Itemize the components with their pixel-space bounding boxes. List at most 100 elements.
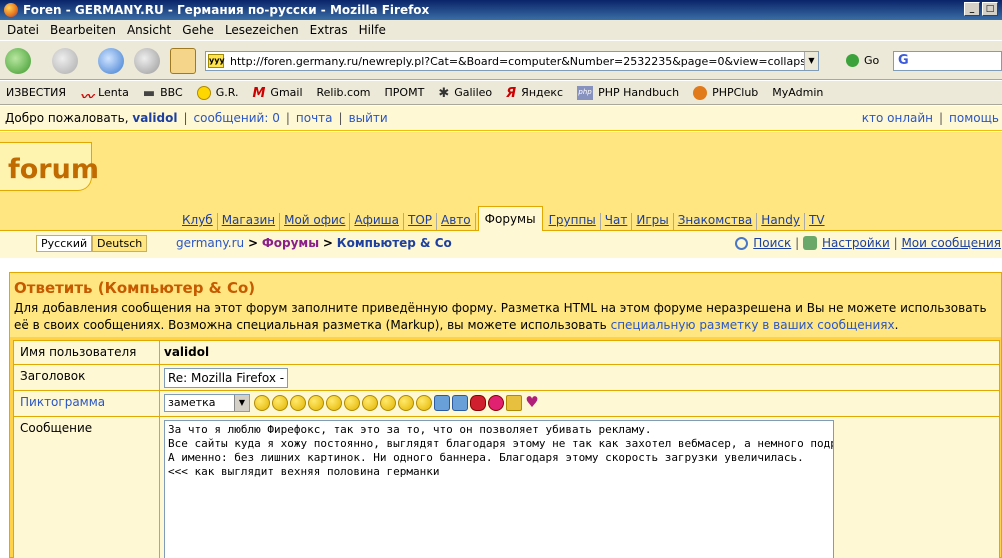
tab-groups[interactable]: Группы — [545, 213, 601, 230]
tab-top[interactable]: TOP — [404, 213, 438, 230]
lips-icon[interactable] — [470, 395, 486, 411]
cool-emoticon-icon[interactable] — [308, 395, 324, 411]
tab-dating[interactable]: Знакомства — [674, 213, 758, 230]
smile-emoticon-icon[interactable] — [416, 395, 432, 411]
chevron-down-icon[interactable]: ▼ — [804, 52, 818, 70]
bookmark-gmail[interactable]: M Gmail — [252, 86, 302, 101]
menu-ansicht[interactable]: Ansicht — [122, 23, 176, 37]
username-row: Имя пользователя validol — [13, 340, 1000, 365]
my-messages-link[interactable]: Мои сообщения — [901, 236, 1001, 250]
messages-link[interactable]: сообщений: 0 — [194, 111, 280, 125]
breadcrumb-separator: > — [322, 236, 333, 250]
tab-my-office[interactable]: Мой офис — [280, 213, 351, 230]
breadcrumb: germany.ru > Форумы > Компьютер & Co — [176, 236, 452, 250]
tab-afisha[interactable]: Афиша — [350, 213, 405, 230]
breadcrumb-site[interactable]: germany.ru — [176, 236, 244, 250]
address-bar[interactable]: yyy http://foren.germany.ru/newreply.pl?… — [205, 51, 819, 71]
smile-emoticon-icon[interactable] — [290, 395, 306, 411]
heart-icon[interactable]: ♥ — [524, 395, 540, 411]
go-icon — [846, 54, 859, 67]
smile-emoticon-icon[interactable] — [344, 395, 360, 411]
smile-emoticon-icon[interactable] — [272, 395, 288, 411]
tab-auto[interactable]: Авто — [437, 213, 476, 230]
bookmark-relib[interactable]: Relib.com — [0, 86, 371, 201]
surprised-emoticon-icon[interactable] — [362, 395, 378, 411]
bookmark-phpclub[interactable]: PHPClub — [693, 85, 758, 100]
reload-icon[interactable] — [98, 48, 124, 74]
icon-select[interactable]: заметка ▼ — [164, 394, 250, 412]
form-description: Для добавления сообщения на этот форум з… — [14, 301, 987, 332]
message-label: Сообщение — [20, 421, 93, 435]
lang-german-button[interactable]: Deutsch — [92, 235, 148, 252]
smile-emoticon-icon[interactable] — [326, 395, 342, 411]
google-search-box[interactable]: G — [893, 51, 1002, 71]
tab-shop[interactable]: Магазин — [218, 213, 281, 230]
tab-games[interactable]: Игры — [632, 213, 674, 230]
forum-tools: Поиск | Настройки | Мои сообщения — [735, 236, 1001, 250]
message-textarea[interactable]: За что я люблю Фирефокс, так это за то, … — [164, 420, 834, 558]
bookmark-izvestia[interactable]: ИЗВЕСТИЯ — [0, 86, 66, 201]
bookmark-gr[interactable]: G.R. — [196, 85, 238, 100]
subject-row: Заголовок Re: Mozilla Firefox - за — [13, 364, 1000, 391]
icon-label-link[interactable]: Пиктограмма — [20, 395, 105, 409]
who-online-link[interactable]: кто онлайн — [862, 111, 933, 125]
bookmark-galileo[interactable]: ✱ Galileo — [438, 86, 492, 101]
logout-link[interactable]: выйти — [349, 111, 388, 125]
go-button[interactable]: Go — [846, 54, 879, 67]
smile-emoticon-icon[interactable] — [380, 395, 396, 411]
tab-chat[interactable]: Чат — [601, 213, 633, 230]
menu-bearbeiten[interactable]: Bearbeiten — [45, 23, 121, 37]
bookmark-lenta[interactable]: 〰 Lenta — [80, 86, 129, 105]
smiley-icon — [196, 85, 211, 100]
thumbs-down-icon[interactable] — [452, 395, 468, 411]
breadcrumb-bar: Русский Deutsch germany.ru > Форумы > Ко… — [0, 231, 1002, 258]
yandex-icon: Я — [506, 85, 517, 101]
maximize-button[interactable]: □ — [982, 2, 998, 16]
welcome-text: Добро пожаловать, — [5, 111, 129, 125]
menu-gehe[interactable]: Gehe — [177, 23, 219, 37]
menu-datei[interactable]: Datei — [2, 23, 44, 37]
username-link[interactable]: validol — [132, 111, 177, 125]
subject-input[interactable]: Re: Mozilla Firefox - за — [164, 368, 288, 388]
tab-handy[interactable]: Handy — [757, 213, 805, 230]
forward-icon[interactable] — [52, 48, 78, 74]
tab-tv[interactable]: TV — [805, 213, 829, 230]
lenta-icon: 〰 — [80, 89, 94, 105]
back-icon[interactable] — [5, 48, 31, 74]
breadcrumb-separator: > — [247, 236, 259, 250]
search-icon — [735, 236, 749, 250]
home-icon[interactable] — [170, 48, 196, 74]
thumbs-up-icon[interactable] — [434, 395, 450, 411]
tab-forums[interactable]: Форумы — [477, 206, 543, 231]
settings-link[interactable]: Настройки — [822, 236, 890, 250]
lang-russian-button[interactable]: Русский — [36, 235, 93, 252]
mail-link[interactable]: почта — [296, 111, 333, 125]
menu-hilfe[interactable]: Hilfe — [354, 23, 391, 37]
bookmark-promt[interactable]: ПРОМТ — [0, 86, 424, 201]
go-label: Go — [864, 54, 880, 67]
smile-emoticon-icon[interactable] — [398, 395, 414, 411]
search-link[interactable]: Поиск — [753, 236, 791, 250]
minimize-button[interactable]: _ — [964, 2, 980, 16]
bookmark-bbc[interactable]: ▬ BBC — [143, 86, 183, 101]
breadcrumb-section[interactable]: Компьютер & Co — [337, 236, 452, 250]
breadcrumb-forums[interactable]: Форумы — [262, 236, 319, 250]
flower-icon[interactable] — [488, 395, 504, 411]
smile-emoticon-icon[interactable] — [254, 395, 270, 411]
bookmark-myadmin[interactable]: MyAdmin — [0, 86, 823, 201]
menu-extras[interactable]: Extras — [305, 23, 353, 37]
username-label: Имя пользователя — [20, 345, 137, 359]
cup-icon[interactable] — [506, 395, 522, 411]
menu-lesezeichen[interactable]: Lesezeichen — [220, 23, 304, 37]
emoticon-list: ♥ — [254, 395, 540, 411]
address-url: http://foren.germany.ru/newreply.pl?Cat=… — [230, 54, 818, 68]
site-icon: yyy — [208, 54, 225, 68]
tab-club[interactable]: Клуб — [178, 213, 218, 230]
forum-logo[interactable]: forum — [0, 142, 99, 191]
help-link[interactable]: помощь — [949, 111, 999, 125]
stop-icon[interactable] — [134, 48, 160, 74]
bookmark-yandex[interactable]: Я Яндекс — [506, 85, 563, 101]
web-page: Добро пожаловать, validol | сообщений: 0 … — [0, 106, 1002, 558]
bookmark-php-handbuch[interactable]: php PHP Handbuch — [577, 85, 679, 100]
markup-help-link[interactable]: специальную разметку в ваших сообщениях — [611, 318, 895, 332]
